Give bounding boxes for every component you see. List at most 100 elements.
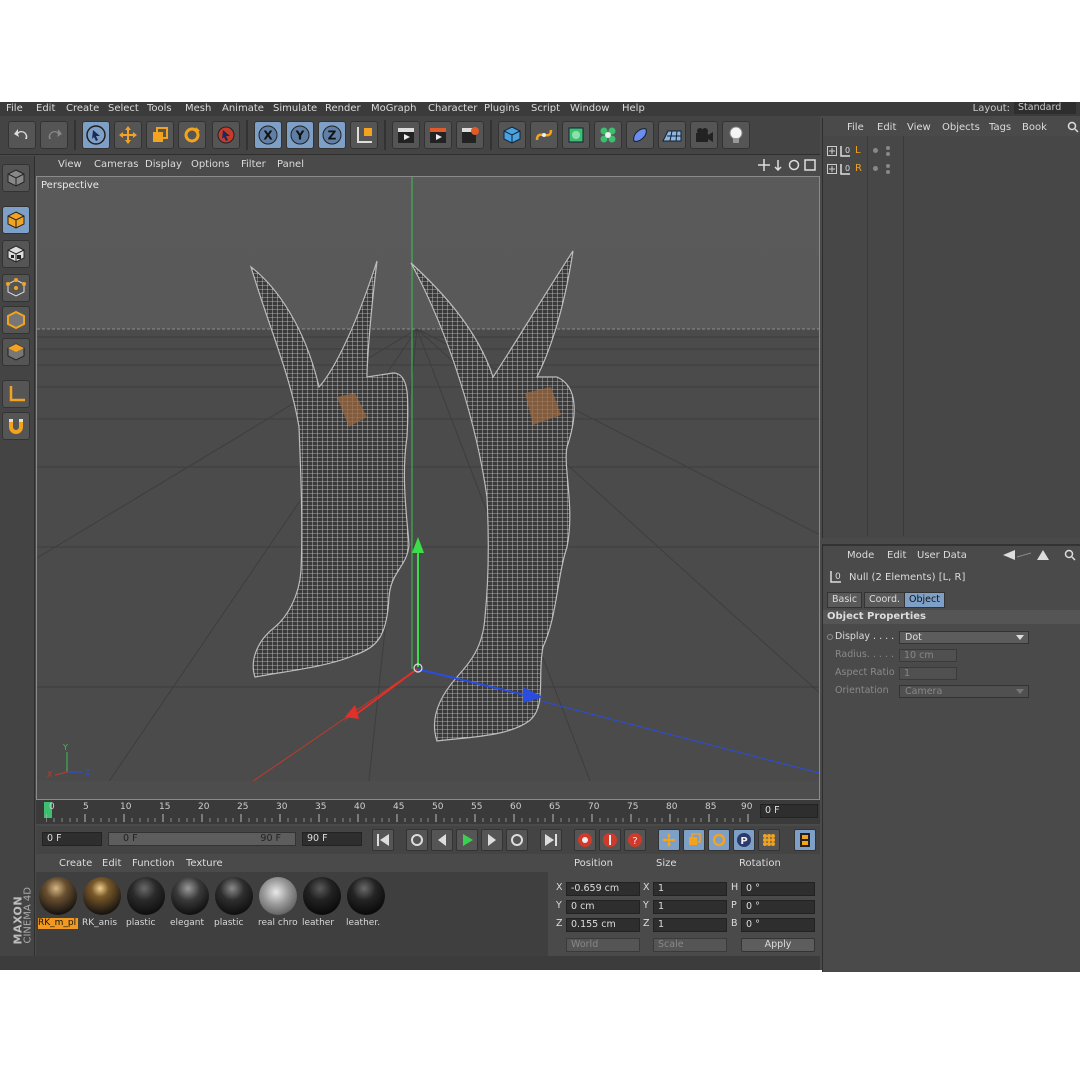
- menu-create[interactable]: Create: [66, 103, 99, 114]
- animation-key-dot[interactable]: [827, 634, 833, 640]
- size-mode-dropdown[interactable]: Scale: [653, 938, 727, 952]
- recent-tool-button[interactable]: [212, 121, 240, 149]
- material-menu-texture[interactable]: Texture: [186, 858, 223, 869]
- record-keys-button[interactable]: [574, 829, 596, 851]
- menu-script[interactable]: Script: [531, 103, 560, 114]
- add-spline-button[interactable]: [530, 121, 558, 149]
- render-visibility-dot[interactable]: [886, 146, 890, 150]
- add-mograph-button[interactable]: [594, 121, 622, 149]
- render-visibility-dot[interactable]: [886, 164, 890, 168]
- y-axis-lock-button[interactable]: Y: [286, 121, 314, 149]
- material-item[interactable]: real chro: [258, 876, 298, 929]
- redo-button[interactable]: [40, 121, 68, 149]
- render-visibility-dot[interactable]: [886, 152, 890, 156]
- position-z-field[interactable]: 0.155 cm: [566, 918, 640, 932]
- rotation-b-field[interactable]: 0 °: [741, 918, 815, 932]
- move-tool-button[interactable]: [114, 121, 142, 149]
- scale-tool-button[interactable]: [146, 121, 174, 149]
- object-menu-tags[interactable]: Tags: [989, 122, 1011, 133]
- object-row[interactable]: 0 R: [823, 162, 1080, 178]
- render-visibility-dot[interactable]: [886, 170, 890, 174]
- material-item[interactable]: elegant: [170, 876, 210, 929]
- attribute-menu-mode[interactable]: Mode: [847, 550, 874, 561]
- rotation-h-field[interactable]: 0 °: [741, 882, 815, 896]
- next-frame-button[interactable]: [481, 829, 503, 851]
- coordinate-system-button[interactable]: [350, 121, 378, 149]
- menu-tools[interactable]: Tools: [147, 103, 172, 114]
- make-editable-button[interactable]: [2, 164, 30, 192]
- axis-mode-button[interactable]: [2, 380, 30, 408]
- object-menu-file[interactable]: File: [847, 122, 864, 133]
- end-frame-field[interactable]: 90 F: [302, 832, 362, 846]
- attribute-menu-edit[interactable]: Edit: [887, 550, 906, 561]
- key-position-button[interactable]: [658, 829, 680, 851]
- viewport-scene[interactable]: Y X Z: [37, 177, 819, 799]
- attribute-navigation-icons[interactable]: [1003, 549, 1079, 561]
- viewport-menu-panel[interactable]: Panel: [277, 159, 304, 170]
- menu-plugins[interactable]: Plugins: [484, 103, 520, 114]
- rotation-p-field[interactable]: 0 °: [741, 900, 815, 914]
- tab-basic[interactable]: Basic: [827, 592, 863, 608]
- rotate-tool-button[interactable]: [178, 121, 206, 149]
- material-item[interactable]: plastic: [126, 876, 166, 929]
- expand-icon[interactable]: [827, 146, 837, 156]
- object-name[interactable]: R: [855, 163, 862, 174]
- add-cube-button[interactable]: [498, 121, 526, 149]
- perspective-viewport[interactable]: Y X Z Perspective: [36, 176, 820, 800]
- previous-key-button[interactable]: [406, 829, 428, 851]
- play-button[interactable]: [456, 829, 478, 851]
- add-light-button[interactable]: [722, 121, 750, 149]
- material-item[interactable]: RK_m_pl: [38, 876, 78, 929]
- coordinate-system-dropdown[interactable]: World: [566, 938, 640, 952]
- viewport-menu-filter[interactable]: Filter: [241, 159, 266, 170]
- menu-animate[interactable]: Animate: [222, 103, 264, 114]
- material-item[interactable]: plastic: [214, 876, 254, 929]
- position-x-field[interactable]: -0.659 cm: [566, 882, 640, 896]
- polygons-mode-button[interactable]: [2, 338, 30, 366]
- menu-select[interactable]: Select: [108, 103, 139, 114]
- object-menu-view[interactable]: View: [907, 122, 931, 133]
- next-key-button[interactable]: [506, 829, 528, 851]
- add-subdivision-button[interactable]: [562, 121, 590, 149]
- menu-window[interactable]: Window: [570, 103, 609, 114]
- x-axis-lock-button[interactable]: X: [254, 121, 282, 149]
- add-camera-button[interactable]: [690, 121, 718, 149]
- current-frame-field[interactable]: 0 F: [760, 804, 818, 818]
- model-mode-button[interactable]: [2, 206, 30, 234]
- material-item[interactable]: RK_anis: [82, 876, 122, 929]
- menu-edit[interactable]: Edit: [36, 103, 55, 114]
- material-menu-edit[interactable]: Edit: [102, 858, 121, 869]
- display-dropdown[interactable]: Dot: [899, 631, 1029, 644]
- viewport-menu-view[interactable]: View: [58, 159, 82, 170]
- viewport-menu-options[interactable]: Options: [191, 159, 230, 170]
- key-parameter-button[interactable]: P: [733, 829, 755, 851]
- autokey-button[interactable]: [599, 829, 621, 851]
- timeline-ruler[interactable]: 0 5 10 15 20 25 30 35 40 45 50 55 60 65 …: [36, 800, 820, 824]
- editor-visibility-dot[interactable]: [873, 166, 878, 171]
- position-y-field[interactable]: 0 cm: [566, 900, 640, 914]
- render-view-button[interactable]: [392, 121, 420, 149]
- add-floor-button[interactable]: [658, 121, 686, 149]
- object-menu-objects[interactable]: Objects: [942, 122, 980, 133]
- size-y-field[interactable]: 1: [653, 900, 727, 914]
- viewport-menu-display[interactable]: Display: [145, 159, 182, 170]
- object-menu-bookmarks[interactable]: Book: [1022, 122, 1047, 133]
- aspect-ratio-field[interactable]: 1: [899, 667, 957, 680]
- live-selection-button[interactable]: [82, 121, 110, 149]
- object-row[interactable]: 0 L: [823, 144, 1080, 160]
- layout-dropdown[interactable]: Standard: [1014, 102, 1076, 114]
- size-z-field[interactable]: 1: [653, 918, 727, 932]
- search-icon[interactable]: [1067, 121, 1079, 133]
- tab-coord[interactable]: Coord.: [864, 592, 906, 608]
- object-name[interactable]: L: [855, 145, 861, 156]
- orientation-dropdown[interactable]: Camera: [899, 685, 1029, 698]
- snap-button[interactable]: [2, 412, 30, 440]
- render-to-picture-viewer-button[interactable]: [424, 121, 452, 149]
- material-item[interactable]: leather: [302, 876, 342, 929]
- size-x-field[interactable]: 1: [653, 882, 727, 896]
- tab-object[interactable]: Object: [904, 592, 945, 608]
- start-frame-field[interactable]: 0 F: [42, 832, 102, 846]
- radius-field[interactable]: 10 cm: [899, 649, 957, 662]
- material-menu-function[interactable]: Function: [132, 858, 175, 869]
- key-rotation-button[interactable]: [708, 829, 730, 851]
